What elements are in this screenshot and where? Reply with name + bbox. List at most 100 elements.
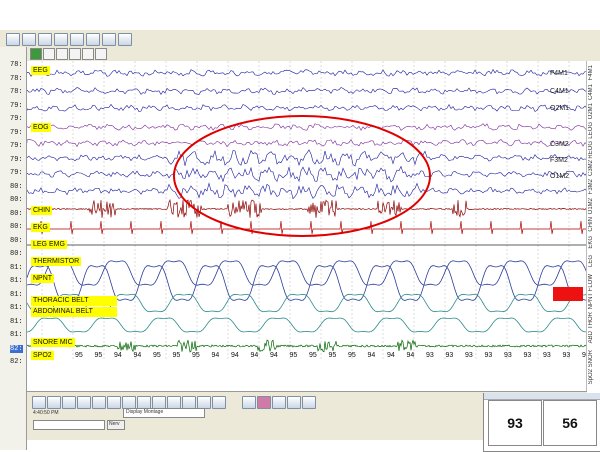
- waveform-canvas: 95 95 94 94 95 95 95 94 94 94 94 95 95 95 95 94 94 94 93 93…: [27, 61, 587, 361]
- epoch-tick[interactable]: 80:: [10, 223, 23, 231]
- epoch-tick[interactable]: 81:: [10, 331, 23, 339]
- channel-label: ABDOMINAL BELT: [31, 307, 117, 317]
- page-prev-icon[interactable]: [47, 396, 61, 409]
- nerv-button-label: Nerv: [109, 421, 120, 427]
- save-icon[interactable]: [38, 33, 52, 46]
- event-marker[interactable]: [553, 287, 583, 301]
- secondary-toolbar: Ep: [0, 47, 600, 62]
- epoch-tick[interactable]: 80:: [10, 250, 23, 258]
- add-event-icon[interactable]: [56, 48, 68, 60]
- epoch-tick[interactable]: 80:: [10, 237, 23, 245]
- delete-icon[interactable]: [95, 48, 107, 60]
- spo2-value-box: 93: [488, 400, 542, 446]
- epoch-tick[interactable]: 78:: [10, 88, 23, 96]
- spo2-reading: 93: [485, 352, 493, 359]
- channel-label: NPNT: [31, 274, 55, 283]
- measure-icon[interactable]: [82, 48, 94, 60]
- channel-select[interactable]: [33, 420, 105, 430]
- epoch-tick[interactable]: 81:: [10, 264, 23, 272]
- right-channel-label: FLOW: [588, 274, 594, 292]
- spo2-reading: 95: [153, 352, 161, 359]
- right-channel-label: F4M1: [588, 65, 594, 81]
- eeg-trace: [27, 68, 587, 77]
- channel-end-label: F3M2: [550, 157, 568, 164]
- epoch-tick[interactable]: 81:: [10, 304, 23, 312]
- waveform-plot[interactable]: 95 95 94 94 95 95 95 94 94 94 94 95 95 95 95 94 94 94 93 93…: [27, 61, 587, 391]
- select-cursor-icon[interactable]: [30, 48, 42, 60]
- eeg-trace: [27, 139, 587, 148]
- epoch-tick[interactable]: 80:: [10, 183, 23, 191]
- epoch-tick[interactable]: 79:: [10, 115, 23, 123]
- epoch-tick[interactable]: 79:: [10, 102, 23, 110]
- move-icon[interactable]: [69, 48, 81, 60]
- montage-dropdown[interactable]: Display Montage: [123, 408, 205, 418]
- channel-label: EEG: [31, 66, 50, 75]
- spo2-reading: 94: [368, 352, 376, 359]
- spo2-reading: 93: [446, 352, 454, 359]
- epoch-tick[interactable]: 81:: [10, 277, 23, 285]
- tools-icon[interactable]: [287, 396, 301, 409]
- epoch-tick[interactable]: 82:: [10, 358, 23, 366]
- page-next-icon[interactable]: [62, 396, 76, 409]
- brain-icon[interactable]: [257, 396, 271, 409]
- spo2-reading: 95: [329, 352, 337, 359]
- options-icon[interactable]: [302, 396, 316, 409]
- open-icon[interactable]: [22, 33, 36, 46]
- page-first-icon[interactable]: [32, 396, 46, 409]
- right-channel-label: LEOG: [588, 122, 594, 139]
- spo2-reading: 93: [426, 352, 434, 359]
- channel-label: EKG: [31, 223, 50, 232]
- right-channel-label: NPNT: [588, 293, 594, 310]
- epoch-tick[interactable]: 79:: [10, 156, 23, 164]
- spo2-reading: 94: [251, 352, 259, 359]
- spo2-reading: 93: [563, 352, 571, 359]
- spo2-reading: 94: [387, 352, 395, 359]
- right-channel-label: SpO2: [588, 369, 594, 385]
- spo2-reading: 94: [231, 352, 239, 359]
- zoom-icon[interactable]: [43, 48, 55, 60]
- channel-name-column: F4M1 C4M1 O2M1 LEOG REOG C3M2 F3M2 O1M2 CHIN EKG L…: [586, 61, 600, 391]
- channel-end-label: C4M1: [550, 88, 569, 95]
- spo2-reading: 94: [134, 352, 142, 359]
- clock-icon[interactable]: [212, 396, 226, 409]
- channel-label: EOG: [31, 123, 51, 132]
- epoch-tick[interactable]: 79:: [10, 169, 23, 177]
- sleep-icon[interactable]: [242, 396, 256, 409]
- channel-label: THERMISTOR: [31, 257, 82, 266]
- settings-icon[interactable]: [102, 33, 116, 46]
- filter-icon[interactable]: [86, 33, 100, 46]
- channel-label: CHIN: [31, 206, 53, 215]
- nerv-button[interactable]: Nerv: [107, 420, 125, 430]
- eeg-trace: [27, 165, 587, 183]
- stop-icon[interactable]: [107, 396, 121, 409]
- epoch-tick[interactable]: 80:: [10, 210, 23, 218]
- epoch-tick[interactable]: 79:: [10, 129, 23, 137]
- play-icon[interactable]: [92, 396, 106, 409]
- edit-icon[interactable]: [272, 396, 286, 409]
- epoch-tick[interactable]: 80:: [10, 196, 23, 204]
- epoch-list[interactable]: 78: 78: 78: 79: 79: 79: 79: 79: 79: 80: 80: 80: 80: 8…: [0, 47, 27, 450]
- spo2-reading: 94: [270, 352, 278, 359]
- channel-label: SPO2: [31, 351, 54, 360]
- epoch-tick[interactable]: 82:: [10, 344, 23, 353]
- epoch-tick[interactable]: 81:: [10, 318, 23, 326]
- spo2-value: 93: [507, 415, 523, 431]
- time-display: 4:40:50 PM: [33, 410, 59, 416]
- channel-end-label: O1M2: [550, 173, 570, 180]
- epoch-tick[interactable]: 81:: [10, 291, 23, 299]
- channel-label: THORACIC BELT: [31, 296, 117, 306]
- epoch-tick[interactable]: 78:: [10, 75, 23, 83]
- spo2-reading: 95: [192, 352, 200, 359]
- epoch-tick[interactable]: 79:: [10, 142, 23, 150]
- page-last-icon[interactable]: [77, 396, 91, 409]
- spo2-reading: 94: [212, 352, 220, 359]
- eeg-trace: [27, 123, 587, 131]
- report-icon[interactable]: [118, 33, 132, 46]
- new-icon[interactable]: [6, 33, 20, 46]
- snore-mic-trace: [27, 339, 587, 353]
- spo2-reading: 94: [114, 352, 122, 359]
- vitals-panel: 93 56: [483, 393, 600, 452]
- epoch-tick[interactable]: 78:: [10, 61, 23, 69]
- montage-icon[interactable]: [70, 33, 84, 46]
- print-icon[interactable]: [54, 33, 68, 46]
